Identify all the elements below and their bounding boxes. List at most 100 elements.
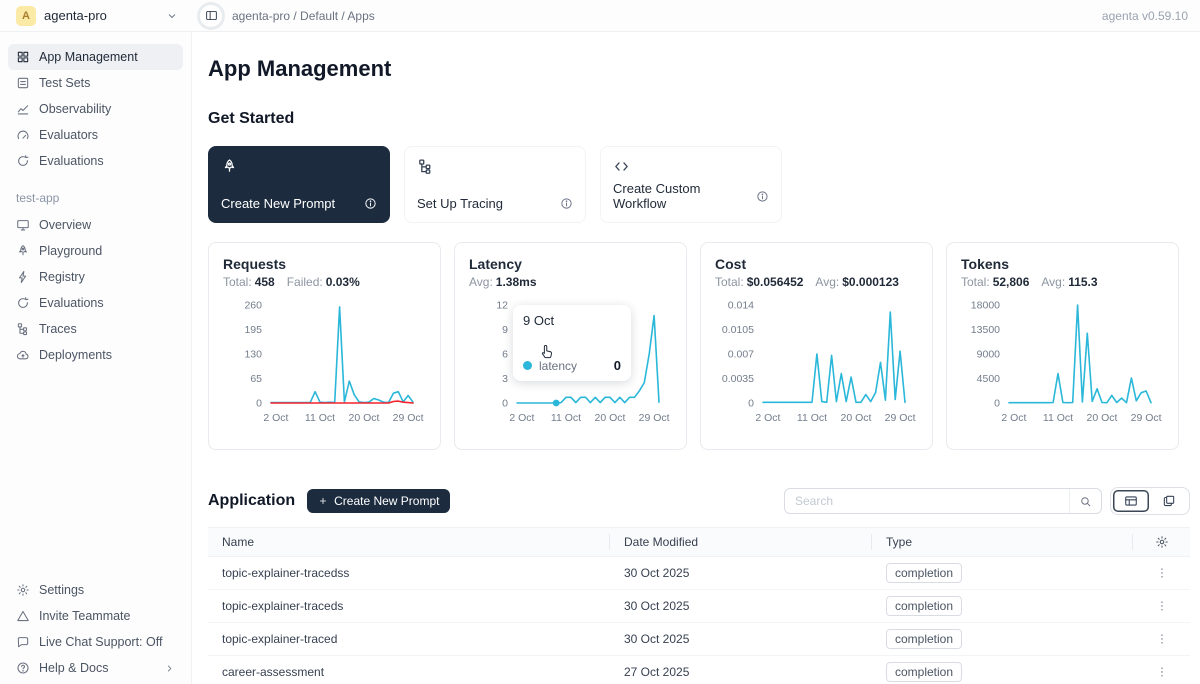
column-header-name[interactable]: Name xyxy=(208,528,610,556)
get-started-card-create-new-prompt[interactable]: Create New Prompt xyxy=(208,146,390,223)
gauge-icon xyxy=(16,128,30,142)
row-name: career-assessment xyxy=(208,665,610,679)
search-button[interactable] xyxy=(1069,489,1101,513)
sidebar-app-item-evaluations[interactable]: Evaluations xyxy=(8,290,183,316)
sidebar-item-app-management[interactable]: App Management xyxy=(8,44,183,70)
dots-vertical-icon[interactable] xyxy=(1155,665,1169,679)
type-badge: completion xyxy=(886,596,962,616)
app-version: agenta v0.59.10 xyxy=(1102,9,1188,23)
topbar: A agenta-pro agenta-pro / Default / Apps… xyxy=(0,0,1200,32)
cost-chart[interactable]: 0.0140.01050.0070.003502 Oct11 Oct20 Oct… xyxy=(715,295,918,440)
table-view-button[interactable] xyxy=(1113,490,1149,512)
application-header: Application Create New Prompt xyxy=(208,487,1190,515)
breadcrumb[interactable]: agenta-pro / Default / Apps xyxy=(232,9,375,23)
gear-icon xyxy=(16,583,30,597)
svg-text:4500: 4500 xyxy=(977,373,1001,385)
svg-text:29 Oct: 29 Oct xyxy=(639,412,670,424)
table-row[interactable]: topic-explainer-traceds 30 Oct 2025 comp… xyxy=(208,590,1190,623)
row-date-modified: 30 Oct 2025 xyxy=(610,599,872,613)
svg-text:0: 0 xyxy=(502,398,508,410)
sidebar-collapse-button[interactable] xyxy=(200,5,222,27)
info-icon[interactable] xyxy=(560,197,573,210)
table-view-icon xyxy=(1124,494,1138,508)
workspace-name: agenta-pro xyxy=(44,8,107,23)
main-content: App Management Get Started Create New Pr… xyxy=(192,32,1200,684)
row-date-modified: 30 Oct 2025 xyxy=(610,566,872,580)
svg-text:0: 0 xyxy=(256,398,262,410)
get-started-card-create-custom-workflow[interactable]: Create Custom Workflow xyxy=(600,146,782,223)
stat-card-metrics: Total:$0.056452Avg:$0.000123 xyxy=(715,275,918,289)
rocket-icon xyxy=(16,244,30,258)
dots-vertical-icon[interactable] xyxy=(1155,632,1169,646)
svg-text:0: 0 xyxy=(748,398,754,410)
info-icon[interactable] xyxy=(364,197,377,210)
workspace-selector[interactable]: A agenta-pro xyxy=(0,6,192,26)
svg-text:9: 9 xyxy=(502,324,508,336)
cloud-icon xyxy=(16,348,30,362)
sidebar-app-item-playground[interactable]: Playground xyxy=(8,238,183,264)
column-header-type[interactable]: Type xyxy=(872,528,1133,556)
stat-card-tokens: Tokens Total:52,806Avg:115.3 18000135009… xyxy=(946,242,1179,450)
row-name: topic-explainer-traceds xyxy=(208,599,610,613)
svg-text:0.0105: 0.0105 xyxy=(722,324,754,336)
sidebar-main-group: App Management Test Sets Observability E… xyxy=(0,44,191,174)
svg-text:29 Oct: 29 Oct xyxy=(885,412,916,424)
table-settings-gear-icon[interactable] xyxy=(1155,535,1169,549)
get-started-cards: Create New Prompt Set Up Tracing Create … xyxy=(208,146,1190,223)
svg-text:20 Oct: 20 Oct xyxy=(1087,412,1118,424)
sidebar-footer-group: Settings Invite Teammate Live Chat Suppo… xyxy=(0,577,191,684)
grid-icon xyxy=(16,50,30,64)
tree-icon xyxy=(417,158,434,175)
dots-vertical-icon[interactable] xyxy=(1155,599,1169,613)
tooltip-date: 9 Oct xyxy=(523,313,621,328)
column-header-settings xyxy=(1133,528,1190,556)
stat-card-title: Requests xyxy=(223,256,426,272)
svg-text:2 Oct: 2 Oct xyxy=(755,412,780,424)
row-name: topic-explainer-tracedss xyxy=(208,566,610,580)
get-started-card-set-up-tracing[interactable]: Set Up Tracing xyxy=(404,146,586,223)
stat-card-metrics: Total:458Failed:0.03% xyxy=(223,275,426,289)
create-new-prompt-button[interactable]: Create New Prompt xyxy=(307,489,450,513)
svg-text:20 Oct: 20 Oct xyxy=(841,412,872,424)
sidebar-app-item-registry[interactable]: Registry xyxy=(8,264,183,290)
svg-text:0.014: 0.014 xyxy=(728,300,754,312)
type-badge: completion xyxy=(886,662,962,682)
table-row[interactable]: topic-explainer-tracedss 30 Oct 2025 com… xyxy=(208,557,1190,590)
table-row[interactable]: career-assessment 27 Oct 2025 completion xyxy=(208,656,1190,684)
sidebar-item-evaluators[interactable]: Evaluators xyxy=(8,122,183,148)
sidebar-app-item-overview[interactable]: Overview xyxy=(8,212,183,238)
list-icon xyxy=(16,76,30,90)
table-body: topic-explainer-tracedss 30 Oct 2025 com… xyxy=(208,557,1190,684)
sidebar-item-test-sets[interactable]: Test Sets xyxy=(8,70,183,96)
sidebar-item-observability[interactable]: Observability xyxy=(8,96,183,122)
table-row[interactable]: topic-explainer-traced 30 Oct 2025 compl… xyxy=(208,623,1190,656)
svg-text:2 Oct: 2 Oct xyxy=(263,412,288,424)
sidebar-footer-item-live-chat-support-off[interactable]: Live Chat Support: Off xyxy=(8,629,183,655)
sidebar-footer-item-invite-teammate[interactable]: Invite Teammate xyxy=(8,603,183,629)
search-input[interactable] xyxy=(785,494,1069,508)
row-date-modified: 27 Oct 2025 xyxy=(610,665,872,679)
info-icon[interactable] xyxy=(756,190,769,203)
svg-text:18000: 18000 xyxy=(971,300,1000,312)
card-view-icon xyxy=(1162,494,1176,508)
svg-text:0.007: 0.007 xyxy=(728,349,754,361)
sidebar-item-evaluations[interactable]: Evaluations xyxy=(8,148,183,174)
applications-table: Name Date Modified Type topic-explainer-… xyxy=(208,527,1190,684)
rocket-icon xyxy=(221,158,238,175)
svg-text:13500: 13500 xyxy=(971,324,1000,336)
svg-text:0: 0 xyxy=(994,398,1000,410)
tree-icon xyxy=(16,322,30,336)
sidebar-app-item-deployments[interactable]: Deployments xyxy=(8,342,183,368)
code-icon xyxy=(613,158,630,175)
sidebar-spacer xyxy=(0,368,191,577)
tokens-chart[interactable]: 18000135009000450002 Oct11 Oct20 Oct29 O… xyxy=(961,295,1164,440)
card-view-button[interactable] xyxy=(1151,490,1187,512)
column-header-date-modified[interactable]: Date Modified xyxy=(610,528,872,556)
sidebar-app-item-traces[interactable]: Traces xyxy=(8,316,183,342)
sidebar-footer-item-help-docs[interactable]: Help & Docs xyxy=(8,655,183,681)
sidebar-footer-item-settings[interactable]: Settings xyxy=(8,577,183,603)
svg-text:2 Oct: 2 Oct xyxy=(1001,412,1026,424)
svg-text:65: 65 xyxy=(250,373,262,385)
dots-vertical-icon[interactable] xyxy=(1155,566,1169,580)
requests-chart[interactable]: 2601951306502 Oct11 Oct20 Oct29 Oct xyxy=(223,295,426,440)
